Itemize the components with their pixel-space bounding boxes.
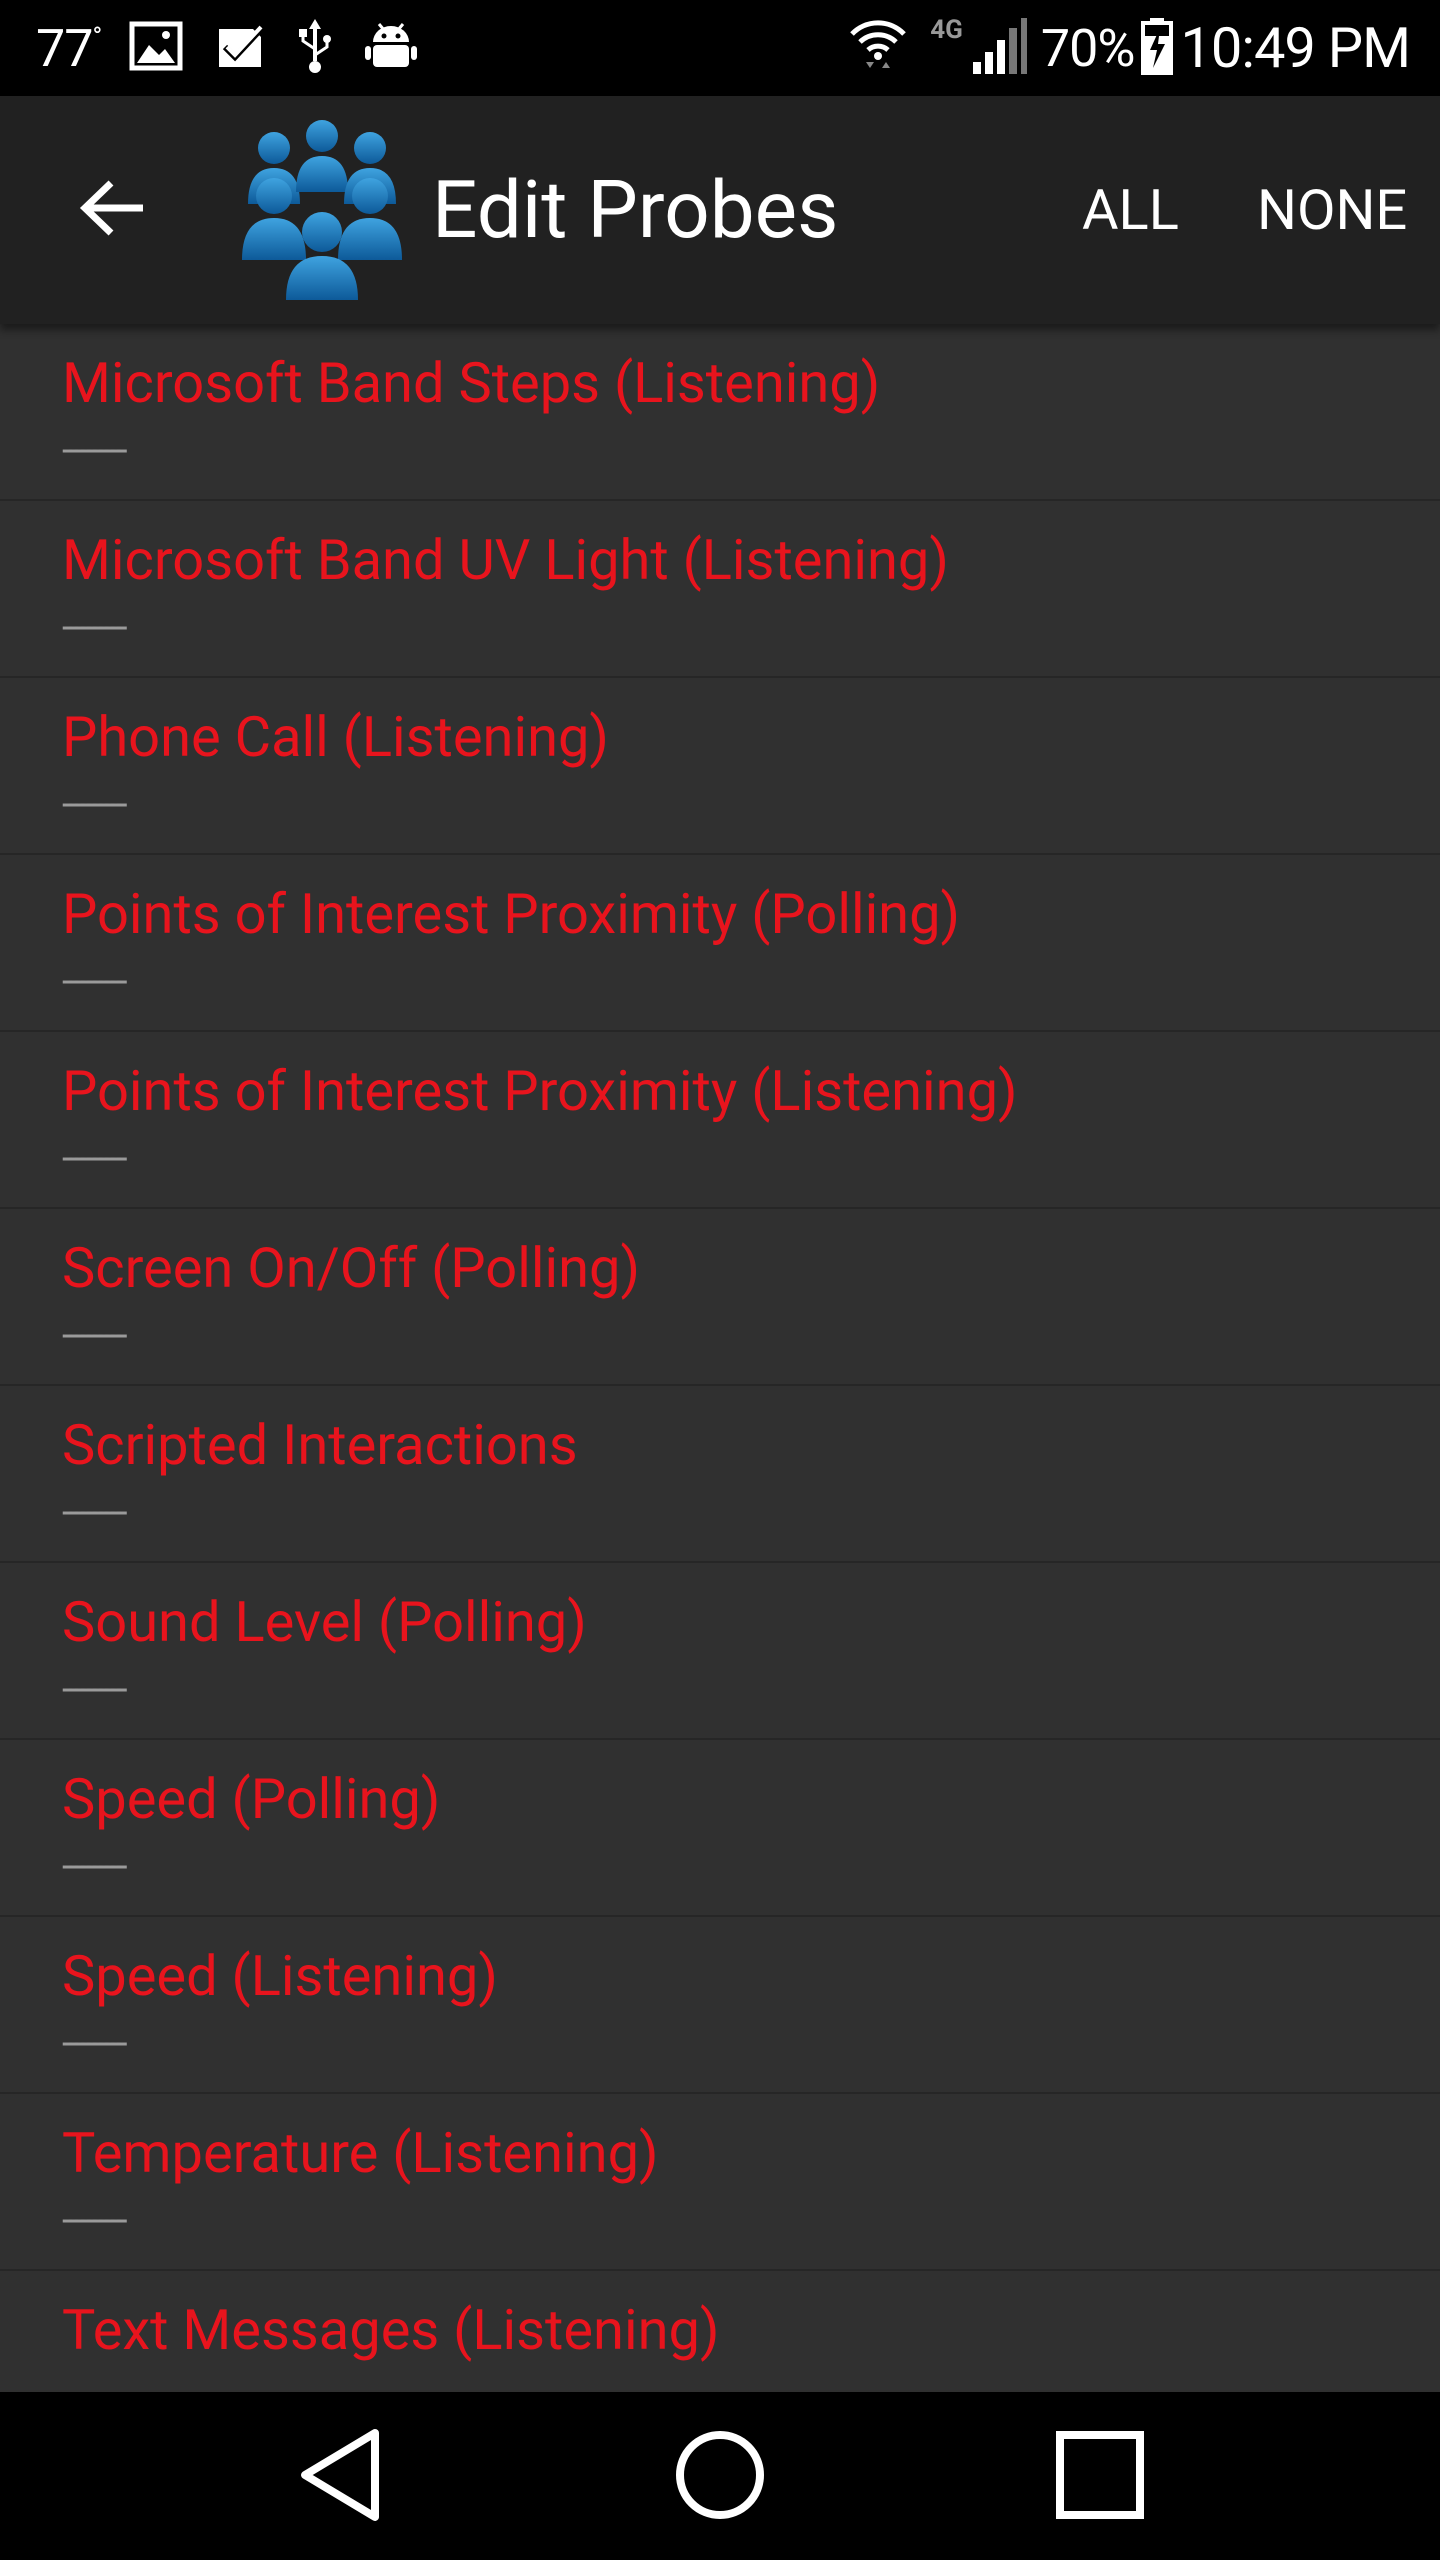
image-icon xyxy=(129,21,183,75)
probe-title: Phone Call (Listening) xyxy=(62,704,609,770)
checkmark-clipboard-icon xyxy=(213,19,267,77)
back-arrow-icon xyxy=(77,177,147,243)
nav-home-button[interactable] xyxy=(660,2422,780,2532)
list-item[interactable]: Points of Interest Proximity (Polling) -… xyxy=(0,855,1440,1032)
probe-title: Points of Interest Proximity (Listening) xyxy=(62,1058,1018,1124)
probe-subtitle: ---------- xyxy=(62,1311,128,1358)
probe-title: Speed (Polling) xyxy=(62,1766,441,1832)
probe-title: Temperature (Listening) xyxy=(62,2120,659,2186)
probe-title: Text Messages (Listening) xyxy=(62,2297,720,2363)
status-bar-right: 4G 70% 10:49 PM xyxy=(848,0,1411,96)
nav-back-button[interactable] xyxy=(280,2422,400,2532)
temperature-readout: 77° xyxy=(36,17,102,79)
page-title: Edit Probes xyxy=(432,163,839,257)
clock: 10:49 PM xyxy=(1180,15,1411,81)
probe-subtitle: ---------- xyxy=(62,2019,128,2066)
wifi-icon xyxy=(848,16,908,80)
list-item[interactable]: Sound Level (Polling) ---------- xyxy=(0,1563,1440,1740)
people-group-logo-icon xyxy=(234,114,410,304)
usb-icon xyxy=(297,17,333,79)
probe-title: Screen On/Off (Polling) xyxy=(62,1235,640,1301)
probe-title: Scripted Interactions xyxy=(62,1412,578,1478)
select-none-button[interactable]: NONE xyxy=(1257,96,1407,324)
list-item[interactable]: Phone Call (Listening) ---------- xyxy=(0,678,1440,855)
nav-back-icon xyxy=(295,2427,385,2527)
nav-recents-button[interactable] xyxy=(1040,2422,1160,2532)
probe-title: Sound Level (Polling) xyxy=(62,1589,587,1655)
network-4g-icon: 4G xyxy=(930,15,963,45)
back-button[interactable] xyxy=(56,160,168,260)
probe-subtitle: ---------- xyxy=(62,2373,128,2392)
probe-title: Points of Interest Proximity (Polling) xyxy=(62,881,961,947)
list-item[interactable]: Microsoft Band Steps (Listening) -------… xyxy=(0,324,1440,501)
probe-subtitle: ---------- xyxy=(62,1665,128,1712)
navigation-bar xyxy=(0,2392,1440,2560)
probe-title: Speed (Listening) xyxy=(62,1943,498,2009)
list-item[interactable]: Speed (Polling) ---------- xyxy=(0,1740,1440,1917)
list-item[interactable]: Points of Interest Proximity (Listening)… xyxy=(0,1032,1440,1209)
status-bar-left: 77° xyxy=(36,0,449,96)
nav-home-icon xyxy=(674,2429,766,2525)
list-item[interactable]: Scripted Interactions ---------- xyxy=(0,1386,1440,1563)
probe-subtitle: ---------- xyxy=(62,957,128,1004)
status-bar: 77° 4G 70% 10:49 PM xyxy=(0,0,1440,96)
list-item[interactable]: Speed (Listening) ---------- xyxy=(0,1917,1440,2094)
probe-subtitle: ---------- xyxy=(62,1134,128,1181)
probe-list[interactable]: Microsoft Band Steps (Listening) -------… xyxy=(0,324,1440,2392)
list-item[interactable]: Screen On/Off (Polling) ---------- xyxy=(0,1209,1440,1386)
probe-subtitle: ---------- xyxy=(62,426,128,473)
nav-recents-icon xyxy=(1055,2430,1145,2524)
probe-title: Microsoft Band Steps (Listening) xyxy=(62,350,881,416)
probe-subtitle: ---------- xyxy=(62,1842,128,1889)
probe-subtitle: ---------- xyxy=(62,780,128,827)
probe-subtitle: ---------- xyxy=(62,2196,128,2243)
battery-charging-icon xyxy=(1140,16,1174,80)
probe-title: Microsoft Band UV Light (Listening) xyxy=(62,527,949,593)
android-debug-icon xyxy=(363,18,419,78)
cell-signal-icon xyxy=(969,16,1029,80)
list-item[interactable]: Text Messages (Listening) ---------- xyxy=(0,2271,1440,2392)
app-bar: Edit Probes ALL NONE xyxy=(0,96,1440,324)
list-item[interactable]: Temperature (Listening) ---------- xyxy=(0,2094,1440,2271)
probe-subtitle: ---------- xyxy=(62,1488,128,1535)
battery-percent: 70% xyxy=(1040,17,1136,79)
probe-subtitle: ---------- xyxy=(62,603,128,650)
list-item[interactable]: Microsoft Band UV Light (Listening) ----… xyxy=(0,501,1440,678)
select-all-button[interactable]: ALL xyxy=(1082,96,1179,324)
